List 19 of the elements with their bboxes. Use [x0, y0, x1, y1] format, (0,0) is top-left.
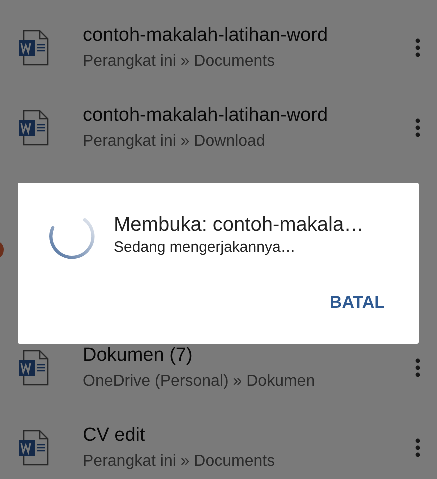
file-name[interactable]: CV edit [83, 424, 415, 448]
word-document-icon [18, 30, 50, 66]
file-location: Perangkat ini » Documents [83, 52, 276, 72]
word-document-icon [18, 110, 50, 146]
more-options-icon[interactable] [415, 118, 421, 138]
dialog-message: Sedang mengerjakannya… [114, 238, 297, 258]
more-options-icon[interactable] [415, 438, 421, 458]
more-options-icon[interactable] [415, 38, 421, 58]
file-location: Perangkat ini » Documents [83, 452, 276, 472]
more-options-icon[interactable] [415, 358, 421, 378]
file-name[interactable]: Dokumen (7) [83, 344, 415, 368]
file-name[interactable]: contoh-makalah-latihan-word [83, 104, 415, 128]
cancel-button[interactable]: BATAL [328, 287, 387, 319]
file-name[interactable]: contoh-makalah-latihan-word [83, 24, 415, 48]
file-location: Perangkat ini » Download [83, 132, 266, 152]
dialog-title: Membuka: contoh-makala… [114, 213, 364, 238]
file-location: OneDrive (Personal) » Dokumen [83, 372, 316, 392]
word-document-icon [18, 350, 50, 386]
word-document-icon [18, 430, 50, 466]
